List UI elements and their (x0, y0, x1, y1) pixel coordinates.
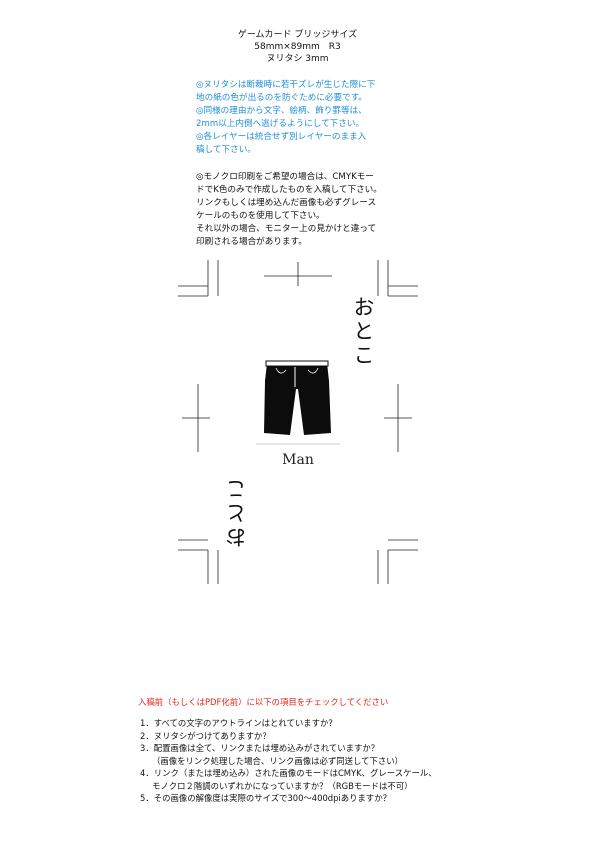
checklist-item: 5．その画像の解像度は実際のサイズで300〜400dpiありますか？ (140, 793, 392, 803)
checklist-item: モノクロ２階調のいずれかになっていますか？（RGBモードは不可） (152, 780, 413, 791)
shorts-icon (264, 360, 331, 435)
card-bottom-text: おとこ (225, 476, 249, 548)
card-top-text: おとこ (351, 296, 375, 368)
checklist-item: 4．リンク（または埋め込み）された画像のモードはCMYK、グレースケール、 (140, 768, 437, 778)
checklist-item: 1．すべての文字のアウトラインはとれていますか？ (140, 718, 337, 728)
checklist-item: （画像をリンク処理した場合、リンク画像は必ず同送して下さい） (152, 755, 403, 766)
checklist-item: 3．配置画像は全て、リンクまたは埋め込みがされていますか？ (140, 743, 380, 753)
checklist: 1．すべての文字のアウトラインはとれていますか？ 2．ヌリタシがつけてありますか… (140, 717, 437, 805)
checklist-title: 入稿前（もしくはPDF化前）に以下の項目をチェックしてください (138, 697, 389, 707)
card-caption: Man (282, 452, 314, 468)
checklist-item: 2．ヌリタシがつけてありますか？ (140, 730, 271, 741)
